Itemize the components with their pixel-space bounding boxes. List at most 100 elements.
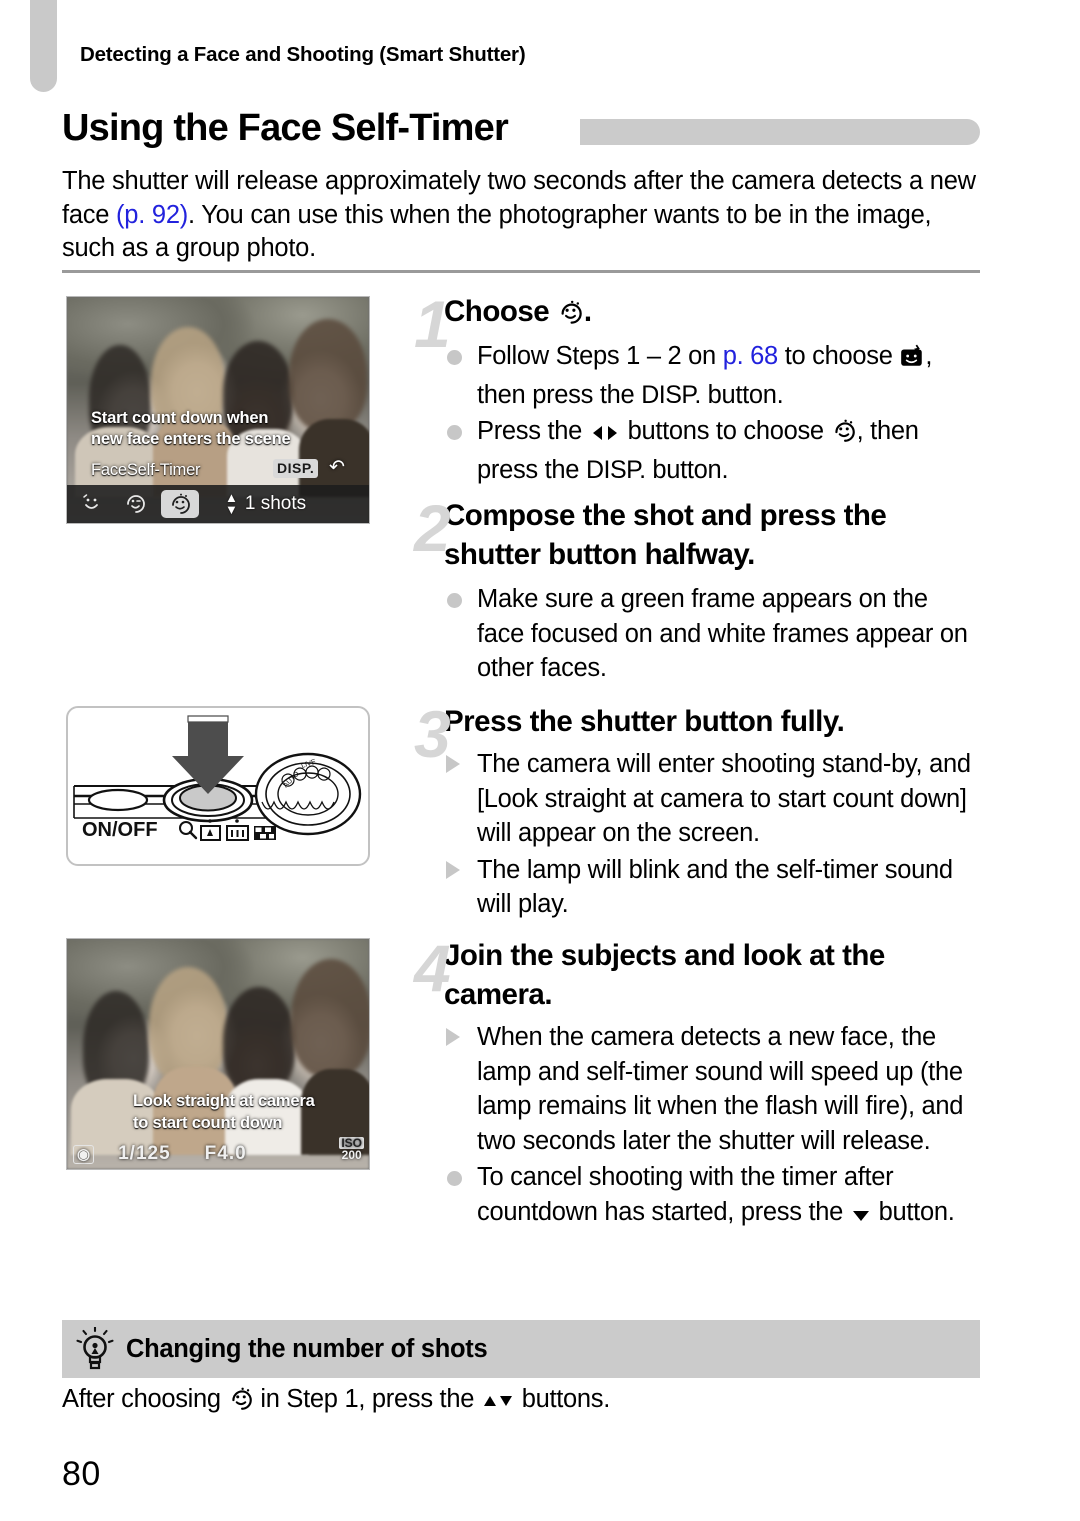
bullet-text: The camera will enter shooting stand-by,… [477,750,971,847]
hair-shape [291,959,369,1077]
bullet-text: To cancel shooting with the timer after … [477,1163,894,1226]
osd-mode-label: FaceSelf-Timer [91,461,201,479]
tip-text: buttons. [514,1385,611,1413]
zoom-lever-icons [179,819,276,841]
step-heading: Compose the shot and press the shutter b… [444,499,887,571]
disp-button-label: DISP. [585,455,646,484]
page-reference-link[interactable]: (p. 92) [116,201,188,229]
smart-shutter-icon [899,343,925,378]
bullet-dot-icon [447,593,462,608]
step-number: 2 [414,491,451,565]
bullet-text: Follow Steps 1 – 2 on [477,342,723,370]
exposure-info-bar: ◉ 1/125 F4.0 ISO 200 [67,1137,369,1169]
face-self-timer-icon[interactable] [161,490,199,518]
horizontal-rule [62,270,980,273]
step-heading: Press the shutter button fully. [444,705,845,738]
tip-body: After choosing in Step 1, press the butt… [62,1382,980,1420]
bullet-text: button. [645,455,729,484]
intro-text-part2: . You can use this when the photographer… [62,200,932,263]
step-number: 4 [414,931,451,1005]
left-right-buttons-icon [589,418,621,453]
smile-shutter-icon[interactable] [73,490,111,518]
disp-button-label: DISP. [641,380,701,409]
osd-instruction-line2: new face enters the scene [91,430,291,448]
page-title: Using the Face Self-Timer [62,107,509,149]
page-reference-link[interactable]: p. 68 [723,342,779,370]
osd-instruction-line1: Start count down when [91,409,269,427]
shots-value: 1 shots [244,493,307,514]
aperture-value: F4.0 [204,1143,247,1164]
step-bullets: Follow Steps 1 – 2 on p. 68 to choose , … [420,339,980,487]
face-self-timer-icon [557,296,584,335]
bullet-text: Make sure a green frame appears on the f… [477,585,968,682]
bullet-text: to choose [777,342,900,370]
bullet-item: When the camera detects a new face, the … [444,1020,980,1158]
step-heading: Choose . [420,292,980,335]
figure-lcd-standby: Look straight at camera to start count d… [66,938,370,1170]
face-detect-icon: ◉ [73,1144,95,1164]
shutter-speed-value: 1/125 [118,1143,171,1164]
title-accent-bar [580,119,980,145]
chapter-tab [30,0,57,92]
down-button-icon [850,1199,872,1234]
smart-shutter-mode-bar[interactable]: ▲ ▼ 1 shots [67,485,369,523]
bullet-text: button. [871,1197,955,1226]
disp-badge: DISP. [273,459,319,478]
face-self-timer-icon [228,1386,254,1420]
camera-top-illustration: LIVE AUTO ON/OFF [73,715,362,841]
up-down-buttons-icon [481,1386,515,1420]
figure-camera-top-view: LIVE AUTO ON/OFF [66,706,370,866]
face-self-timer-icon [831,418,857,453]
osd-standby-line1: Look straight at camera [133,1092,315,1110]
tip-text: After choosing [62,1385,228,1413]
step-2: 2 Compose the shot and press the shutter… [414,495,980,686]
step-bullets: The camera will enter shooting stand-by,… [420,747,980,922]
bullet-text: Press the [477,417,589,445]
bullet-dot-icon [447,425,462,440]
step-bullets: Make sure a green frame appears on the f… [420,582,980,686]
bullet-text: When the camera detects a new face, the … [477,1023,964,1155]
bullet-dot-icon [447,350,462,365]
lcd-screen-menu: Start count down when new face enters th… [66,296,370,524]
step-heading: Join the subjects and look at the camera… [444,939,885,1011]
bullet-dot-icon [447,1171,462,1186]
wink-self-timer-icon[interactable] [117,490,155,518]
figure-lcd-menu: Start count down when new face enters th… [66,296,370,524]
step-3: 3 Press the shutter button fully. The ca… [414,701,980,922]
bullet-item: Press the buttons to choose , then press… [444,414,980,487]
hair-shape [289,319,367,431]
bullet-triangle-icon [446,1028,460,1046]
iso-value: 200 [341,1148,362,1162]
tip-text: in Step 1, press the [253,1385,481,1413]
bullet-text: buttons to choose [620,417,831,445]
step-bullets: When the camera detects a new face, the … [420,1020,980,1233]
bullet-item: Make sure a green frame appears on the f… [444,582,980,686]
bullet-item: The camera will enter shooting stand-by,… [444,747,980,851]
bullet-text: button. [700,380,784,409]
onoff-label: ON/OFF [82,819,158,841]
iso-indicator: ISO 200 [339,1137,364,1161]
shots-stepper[interactable]: ▲ ▼ 1 shots [225,490,307,517]
bullet-item: The lamp will blink and the self-timer s… [444,853,980,922]
intro-paragraph: The shutter will release approximately t… [62,165,982,266]
bullet-triangle-icon [446,755,460,773]
step-1: 1 Choose . Follow Steps 1 – 2 on p. 68 t… [414,291,980,487]
osd-standby-line2: to start count down [133,1114,283,1132]
return-arrow-icon: ↶ [329,457,345,478]
step-4: 4 Join the subjects and look at the came… [414,935,980,1233]
bullet-triangle-icon [446,860,460,879]
up-down-arrows-icon: ▲ ▼ [225,490,238,517]
bullet-item: Follow Steps 1 – 2 on p. 68 to choose , … [444,339,980,412]
lightbulb-icon [76,1326,114,1371]
bullet-item: To cancel shooting with the timer after … [444,1160,980,1233]
lcd-screen-standby: Look straight at camera to start count d… [66,938,370,1170]
step-heading-text: Choose [444,295,557,328]
bullet-text: The lamp will blink and the self-timer s… [477,855,953,919]
tip-title: Changing the number of shots [126,1334,488,1363]
section-title-row: Using the Face Self-Timer [62,107,980,156]
page-number: 80 [62,1455,101,1493]
running-header: Detecting a Face and Shooting (Smart Shu… [80,43,526,66]
tip-header-bar: Changing the number of shots [62,1320,980,1378]
step-heading-punct: . [583,295,592,328]
hair-shape [149,967,227,1083]
